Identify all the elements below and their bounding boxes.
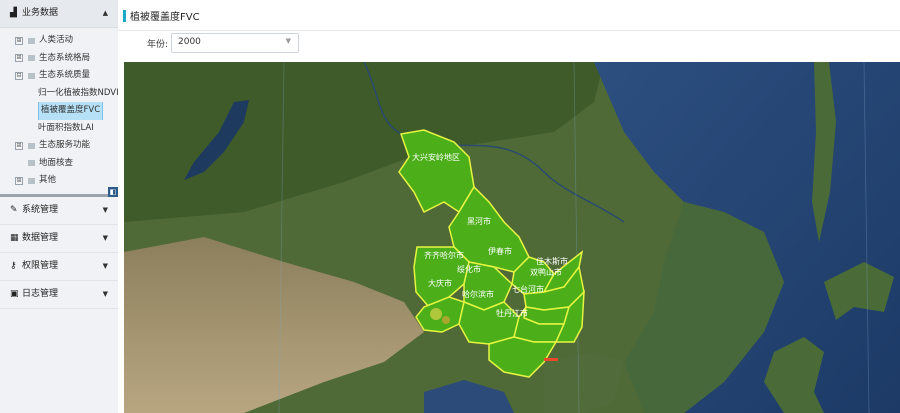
year-select-value: 2000 — [178, 37, 201, 47]
filter-bar: 年份: 2000 ▼ — [118, 32, 900, 58]
nav-section-label: 数据管理 — [22, 232, 59, 243]
tree-item-label: 生态系统质量 — [39, 70, 91, 80]
page-title: 植被覆盖度FVC — [130, 12, 200, 23]
chevron-down-icon[interactable]: ▼ — [103, 225, 108, 252]
folder-icon — [28, 142, 35, 149]
chevron-down-icon[interactable]: ▼ — [103, 197, 108, 224]
expand-icon[interactable]: ⊞ — [15, 54, 23, 63]
nav-section-business-data[interactable]: ▟ 业务数据 ▲ — [0, 0, 118, 28]
folder-icon — [28, 72, 35, 79]
collapse-node-icon[interactable]: ⊟ — [15, 71, 23, 80]
chevron-down-icon: ▼ — [285, 37, 291, 45]
city-label-mudanjiang: 牡丹江市 — [496, 308, 528, 318]
low-fvc-patch — [544, 358, 558, 361]
tree-item-ecosystem-quality[interactable]: ⊟ 生态系统质量 — [0, 67, 118, 85]
year-select[interactable]: 2000 ▼ — [171, 33, 299, 53]
map-view[interactable]: 大兴安岭地区 黑河市 伊春市 齐齐哈尔市 绥化市 佳木斯市 双鸭山市 大庆市 哈… — [124, 62, 900, 413]
folder-icon — [28, 37, 35, 44]
expand-icon[interactable]: ⊞ — [15, 141, 23, 150]
nav-section-system-management[interactable]: ✎ 系统管理 ▼ — [0, 197, 118, 225]
nav-section-label: 系统管理 — [22, 204, 59, 215]
city-label-harbin: 哈尔滨市 — [462, 289, 494, 299]
city-label-yichun: 伊春市 — [488, 246, 512, 256]
city-label-jiamusi: 佳木斯市 — [536, 256, 568, 266]
chevron-down-icon[interactable]: ▼ — [103, 281, 108, 308]
tree-item-label: 生态服务功能 — [39, 140, 91, 150]
city-label-heihe: 黑河市 — [467, 216, 491, 226]
tree-item-eco-services[interactable]: ⊞ 生态服务功能 — [0, 137, 118, 155]
tree-item-ndvi[interactable]: 归一化植被指数NDVI — [0, 85, 118, 103]
year-label: 年份: — [147, 40, 169, 50]
title-bar: 植被覆盖度FVC — [118, 0, 900, 31]
nav-section-label: 业务数据 — [22, 8, 59, 18]
user-key-icon: ⚷ — [10, 260, 17, 271]
tree-item-human-activity[interactable]: ⊞ 人类活动 — [0, 32, 118, 50]
nav-section-label: 权限管理 — [22, 260, 59, 271]
tree-item-label: 叶面积指数LAI — [38, 122, 94, 133]
nav-section-log-management[interactable]: ▣ 日志管理 ▼ — [0, 281, 118, 309]
folder-icon — [28, 177, 35, 184]
data-tree: ⊞ 人类活动 ⊞ 生态系统格局 ⊟ 生态系统质量 归一化植被指数NDVI 植被覆… — [0, 28, 118, 192]
low-fvc-patch — [442, 316, 450, 324]
folder-icon — [28, 160, 35, 167]
wrench-icon: ✎ — [10, 204, 18, 215]
chevron-down-icon[interactable]: ▼ — [103, 253, 108, 280]
city-label-daxinganling: 大兴安岭地区 — [412, 152, 460, 162]
nav-section-permission-management[interactable]: ⚷ 权限管理 ▼ — [0, 253, 118, 281]
city-label-daqing: 大庆市 — [428, 278, 452, 288]
table-icon: ▦ — [10, 232, 19, 243]
tree-item-label: 归一化植被指数NDVI — [38, 87, 118, 98]
low-fvc-patch — [430, 308, 442, 320]
city-label-qitaihe: 七台河市 — [512, 284, 544, 294]
tree-item-ground-check[interactable]: 地面核查 — [0, 155, 118, 173]
collapse-sidebar-button[interactable]: ◧ — [108, 187, 118, 197]
tree-item-label: 植被覆盖度FVC — [38, 102, 104, 120]
tree-item-label: 其他 — [39, 175, 57, 185]
expand-icon[interactable]: ⊞ — [15, 36, 23, 45]
lock-icon: ▣ — [10, 288, 19, 299]
tree-item-other[interactable]: ⊞ 其他 — [0, 172, 118, 190]
nav-section-data-management[interactable]: ▦ 数据管理 ▼ — [0, 225, 118, 253]
title-accent-bar — [123, 10, 126, 22]
nav-section-label: 日志管理 — [22, 288, 59, 299]
city-label-suihua: 绥化市 — [457, 264, 481, 274]
bar-chart-icon: ▟ — [10, 8, 17, 18]
city-label-qiqihar: 齐齐哈尔市 — [424, 250, 464, 260]
satellite-map[interactable]: 大兴安岭地区 黑河市 伊春市 齐齐哈尔市 绥化市 佳木斯市 双鸭山市 大庆市 哈… — [124, 62, 900, 413]
sidebar: ▟ 业务数据 ▲ ⊞ 人类活动 ⊞ 生态系统格局 ⊟ 生态系统质量 归一化植被指… — [0, 0, 119, 413]
chevron-up-icon[interactable]: ▲ — [103, 0, 108, 27]
tree-item-label: 生态系统格局 — [39, 52, 91, 63]
main-panel: 植被覆盖度FVC 年份: 2000 ▼ 大兴安岭地区 黑河市 伊春市 齐齐哈尔市… — [118, 0, 900, 413]
tree-item-fvc[interactable]: 植被覆盖度FVC — [0, 102, 118, 120]
tree-item-lai[interactable]: 叶面积指数LAI — [0, 120, 118, 138]
folder-icon — [28, 55, 35, 62]
tree-item-label: 人类活动 — [39, 35, 74, 45]
city-label-shuangyashan: 双鸭山市 — [530, 267, 562, 277]
tree-item-ecosystem-pattern[interactable]: ⊞ 生态系统格局 — [0, 50, 118, 68]
expand-icon[interactable]: ⊞ — [15, 176, 23, 185]
tree-item-label: 地面核查 — [39, 157, 74, 168]
